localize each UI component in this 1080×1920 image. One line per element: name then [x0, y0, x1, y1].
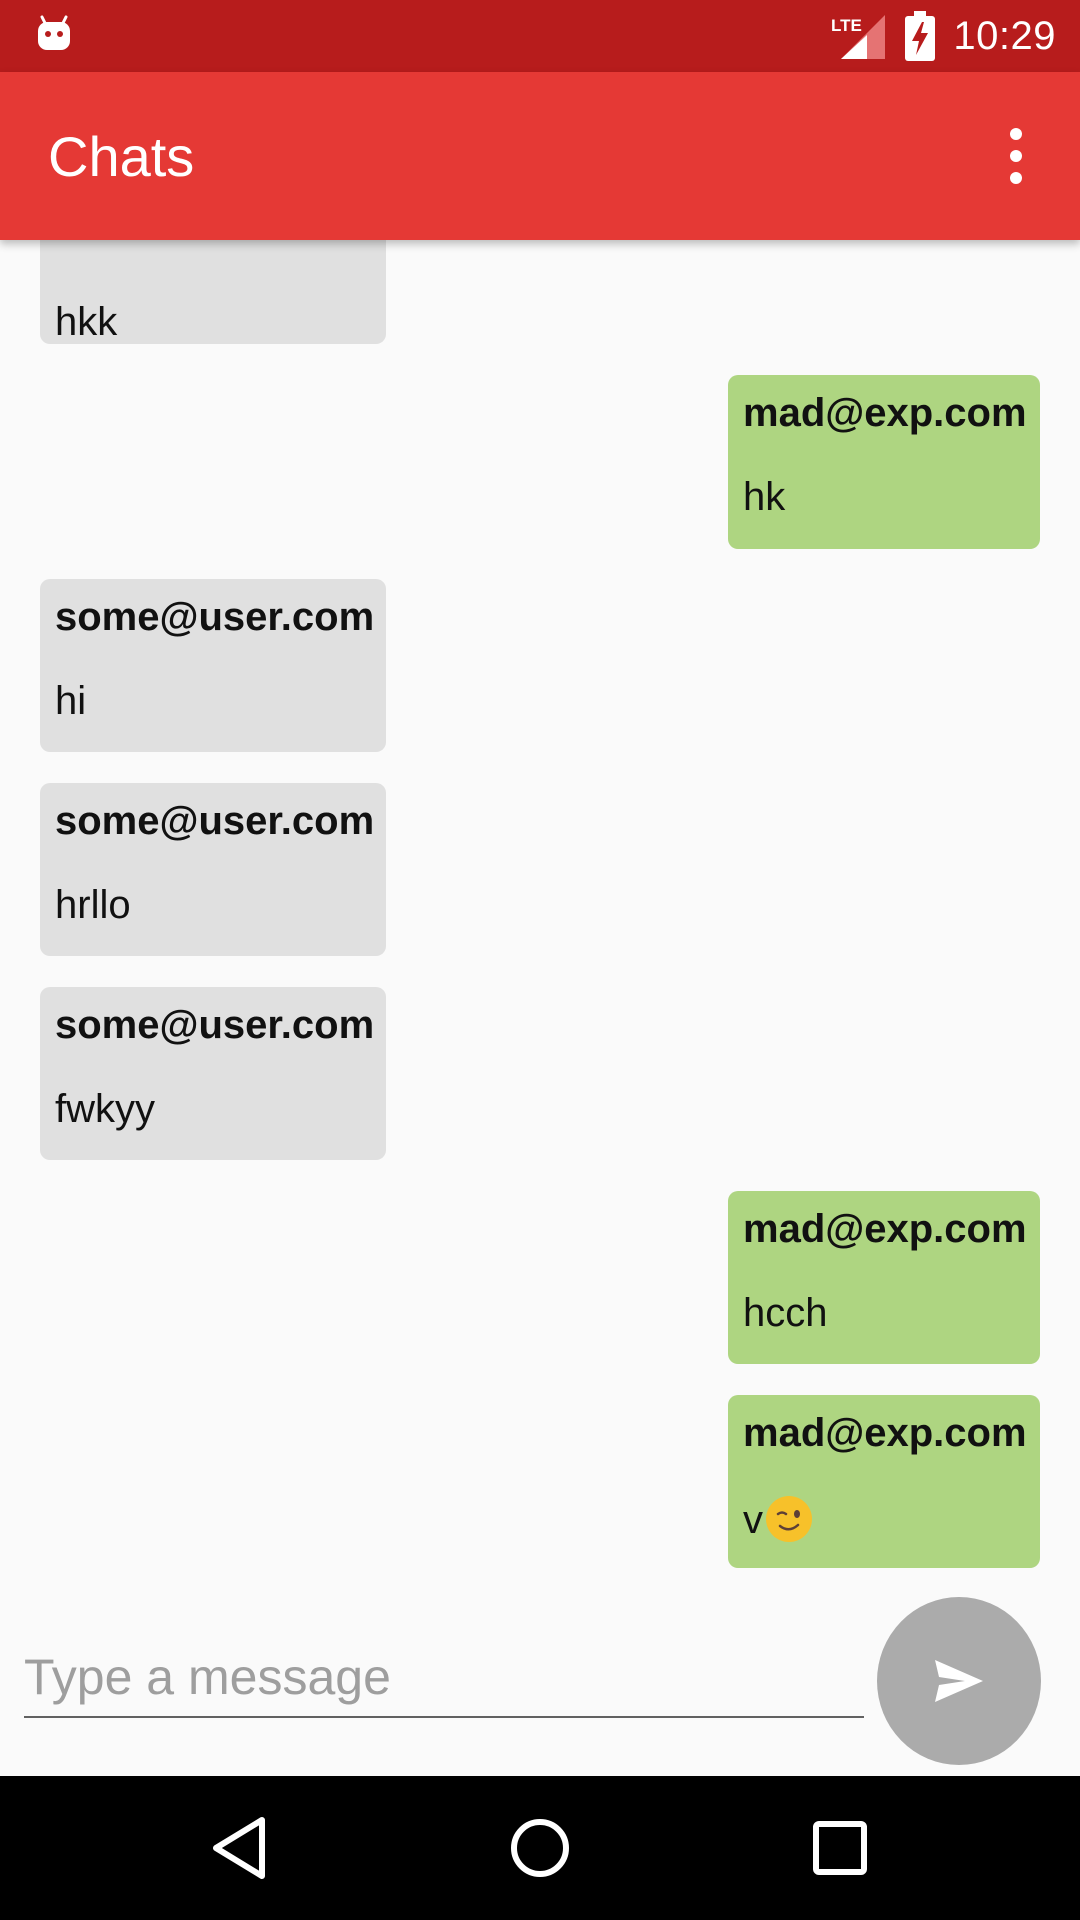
back-icon[interactable]	[200, 1808, 280, 1888]
page-title: Chats	[48, 125, 195, 188]
battery-charging-icon	[905, 11, 936, 61]
svg-text:LTE: LTE	[831, 16, 862, 35]
message-text: hcch	[743, 1291, 828, 1335]
home-icon[interactable]	[500, 1808, 580, 1888]
message-text-content: v	[743, 1498, 763, 1542]
send-icon	[935, 1660, 983, 1702]
message-sender: mad@exp.com	[743, 1411, 1027, 1455]
message-text: hkk	[55, 300, 118, 344]
lte-signal-icon: LTE	[831, 15, 886, 59]
message-bubble[interactable]: mad@exp.com hk	[728, 375, 1040, 549]
recents-icon[interactable]	[800, 1808, 880, 1888]
message-text: v	[743, 1495, 813, 1543]
message-text: hk	[743, 475, 786, 519]
message-text: hi	[55, 679, 87, 723]
message-list[interactable]: hkk mad@exp.com hk some@user.com hi some…	[0, 240, 1080, 1580]
message-input[interactable]	[24, 1638, 864, 1718]
message-bubble[interactable]: mad@exp.com hcch	[728, 1191, 1040, 1364]
message-bubble[interactable]: mad@exp.com v	[728, 1395, 1040, 1568]
message-sender: mad@exp.com	[743, 1207, 1027, 1251]
app-bar: Chats	[0, 72, 1080, 240]
message-sender: some@user.com	[55, 1003, 375, 1047]
system-nav-bar	[0, 1776, 1080, 1920]
message-bubble[interactable]: hkk	[40, 240, 386, 344]
android-debug-icon	[38, 15, 70, 50]
message-sender: some@user.com	[55, 595, 375, 639]
message-bubble[interactable]: some@user.com hi	[40, 579, 386, 752]
message-composer	[0, 1580, 1080, 1776]
message-sender: some@user.com	[55, 799, 375, 843]
status-time: 10:29	[953, 13, 1056, 58]
winking-face-emoji-icon	[766, 1496, 812, 1542]
message-sender: mad@exp.com	[743, 391, 1027, 435]
more-vert-icon[interactable]	[992, 124, 1040, 188]
message-text: hrllo	[55, 883, 131, 927]
message-bubble[interactable]: some@user.com hrllo	[40, 783, 386, 956]
send-button[interactable]	[877, 1597, 1041, 1765]
message-bubble[interactable]: some@user.com fwkyy	[40, 987, 386, 1160]
message-text: fwkyy	[55, 1087, 155, 1131]
status-bar: LTE 10:29	[0, 0, 1080, 72]
